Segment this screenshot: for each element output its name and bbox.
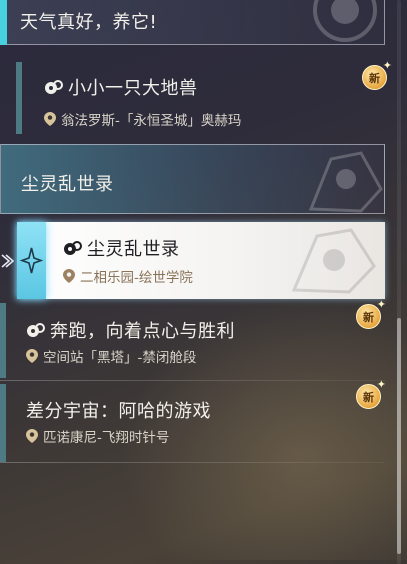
quest-item-tianqi[interactable]: 天气真好，养它! (0, 0, 385, 45)
quest-location: 空间站「黑塔」-禁闭舱段 (26, 346, 196, 366)
quest-icon (45, 80, 63, 94)
quest-location: 翁法罗斯-「永恒圣城」奥赫玛 (44, 109, 241, 129)
divider (0, 380, 385, 381)
quest-location-text: 空间站「黑塔」-禁闭舱段 (43, 350, 197, 366)
new-badge-label: 新 (363, 311, 374, 324)
emblem-decoration-icon (291, 228, 376, 294)
diamond-icon (19, 247, 44, 274)
location-pin-icon (63, 269, 75, 283)
quest-icon (64, 241, 82, 255)
quest-accent-bar (0, 303, 6, 378)
quest-item-xiaoxiao[interactable]: 小小一只大地兽 翁法罗斯-「永恒圣城」奥赫玛 (16, 62, 384, 134)
quest-accent-bar (0, 0, 7, 45)
new-badge-icon: 新 ✦ (360, 59, 392, 92)
new-badge-icon: 新 ✦ (354, 298, 386, 331)
quest-title: 奔跑，向着点心与胜利 (50, 321, 235, 342)
scrollbar-thumb[interactable] (397, 318, 401, 554)
quest-item-benpao[interactable]: 奔跑，向着点心与胜利 空间站「黑塔」-禁闭舱段 (0, 303, 385, 378)
quest-location: 匹诺康尼-飞翔时针号 (26, 426, 169, 446)
location-pin-icon (26, 349, 38, 363)
quest-accent-bar (0, 384, 6, 462)
quest-title: 差分宇宙：阿哈的游戏 (26, 401, 211, 422)
quest-accent-bar (16, 62, 22, 134)
quest-location-text: 二相乐园-绘世学院 (80, 270, 193, 286)
quest-location: 二相乐园-绘世学院 (63, 266, 193, 286)
new-badge-icon: 新 ✦ (354, 378, 386, 411)
quest-icon (27, 323, 45, 337)
quest-location-text: 匹诺康尼-飞翔时针号 (43, 430, 170, 446)
group-title: 尘灵乱世录 (21, 174, 114, 195)
quest-list[interactable]: 天气真好，养它! 小小一只大地兽 翁法罗斯-「永恒圣城」奥赫玛 新 ✦ 尘灵乱世录 (0, 0, 400, 564)
new-badge-label: 新 (369, 72, 380, 85)
quest-location-text: 翁法罗斯-「永恒圣城」奥赫玛 (61, 113, 242, 129)
quest-item-chafen[interactable]: 差分宇宙：阿哈的游戏 匹诺康尼-飞翔时针号 (0, 384, 385, 462)
emblem-decoration-icon (313, 0, 377, 42)
quest-item-selected[interactable]: 尘灵乱世录 二相乐园-绘世学院 (17, 222, 385, 299)
quest-title: 天气真好，养它! (20, 12, 158, 33)
arrow-left-icon (1, 254, 14, 268)
quest-title: 尘灵乱世录 (87, 239, 180, 260)
quest-title-row: 奔跑，向着点心与胜利 (26, 317, 235, 343)
group-emblem-icon (308, 151, 383, 213)
new-badge-label: 新 (363, 391, 374, 404)
location-pin-icon (44, 112, 56, 126)
quest-title: 小小一只大地兽 (68, 78, 198, 99)
selected-marker (17, 222, 46, 299)
quest-title-row: 小小一只大地兽 (44, 74, 198, 100)
divider (0, 462, 385, 463)
quest-title-row: 尘灵乱世录 (63, 235, 180, 261)
location-pin-icon (26, 429, 38, 443)
quest-group-header[interactable]: 尘灵乱世录 (0, 144, 385, 214)
